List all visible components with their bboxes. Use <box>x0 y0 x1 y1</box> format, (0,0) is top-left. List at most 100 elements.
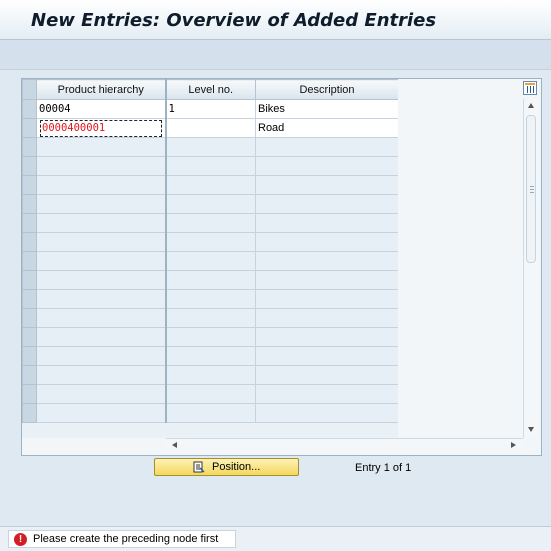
position-button[interactable]: Position... <box>154 458 299 476</box>
product-hierarchy-cell[interactable] <box>36 365 167 385</box>
product-hierarchy-cell[interactable] <box>36 384 167 404</box>
product-hierarchy-cell[interactable] <box>36 232 167 252</box>
level-no-cell[interactable] <box>165 175 256 195</box>
scroll-thumb[interactable] <box>526 115 536 263</box>
table-row <box>22 251 398 271</box>
table-row <box>22 365 398 385</box>
level-no-cell[interactable] <box>165 346 256 366</box>
description-cell[interactable]: Bikes <box>255 99 398 119</box>
level-no-cell[interactable] <box>165 213 256 233</box>
level-no-cell[interactable] <box>165 403 256 423</box>
row-selector[interactable] <box>22 194 37 214</box>
row-selector[interactable] <box>22 289 37 309</box>
product-hierarchy-cell[interactable] <box>36 194 167 214</box>
product-hierarchy-input[interactable]: 0000400001 <box>36 118 167 138</box>
product-hierarchy-cell[interactable] <box>36 327 167 347</box>
description-cell[interactable] <box>255 194 398 214</box>
column-header-product-hierarchy[interactable]: Product hierarchy <box>36 79 167 100</box>
description-cell[interactable] <box>255 156 398 176</box>
level-no-cell[interactable] <box>165 270 256 290</box>
level-no-cell[interactable] <box>165 327 256 347</box>
description-cell[interactable] <box>255 213 398 233</box>
product-hierarchy-cell[interactable] <box>36 289 167 309</box>
row-selector[interactable] <box>22 99 37 119</box>
row-selector[interactable] <box>22 346 37 366</box>
column-header-level-no[interactable]: Level no. <box>165 79 256 100</box>
row-selector[interactable] <box>22 384 37 404</box>
table-row <box>22 232 398 252</box>
row-selector[interactable] <box>22 232 37 252</box>
column-settings-icon[interactable] <box>523 81 537 95</box>
table-row <box>22 194 398 214</box>
table-row <box>22 213 398 233</box>
product-hierarchy-cell[interactable] <box>36 251 167 271</box>
scroll-down-icon[interactable] <box>528 427 534 432</box>
description-cell[interactable] <box>255 308 398 328</box>
level-no-cell[interactable] <box>165 118 256 138</box>
table-row <box>22 346 398 366</box>
table-row <box>22 175 398 195</box>
row-selector[interactable] <box>22 327 37 347</box>
level-no-cell[interactable] <box>165 137 256 157</box>
product-hierarchy-cell[interactable] <box>36 346 167 366</box>
scroll-right-icon[interactable] <box>511 442 516 448</box>
table-row <box>22 403 398 423</box>
table-row <box>22 289 398 309</box>
table-row <box>22 270 398 290</box>
title-bar: New Entries: Overview of Added Entries <box>0 0 551 40</box>
row-selector[interactable] <box>22 137 37 157</box>
description-cell[interactable] <box>255 175 398 195</box>
product-hierarchy-cell[interactable] <box>36 213 167 233</box>
description-cell[interactable] <box>255 251 398 271</box>
description-cell[interactable] <box>255 289 398 309</box>
column-header-description[interactable]: Description <box>255 79 398 100</box>
horizontal-scrollbar[interactable] <box>166 438 523 453</box>
level-no-cell[interactable] <box>165 194 256 214</box>
scroll-left-icon[interactable] <box>172 442 177 448</box>
table-row <box>22 384 398 404</box>
table-row <box>22 327 398 347</box>
row-selector[interactable] <box>22 156 37 176</box>
table-header-row: Product hierarchy Level no. Description <box>22 79 398 100</box>
level-no-cell[interactable] <box>165 156 256 176</box>
row-selector[interactable] <box>22 251 37 271</box>
description-cell[interactable] <box>255 384 398 404</box>
level-no-cell[interactable] <box>165 384 256 404</box>
level-no-cell[interactable] <box>165 232 256 252</box>
level-no-cell[interactable] <box>165 251 256 271</box>
vertical-scrollbar[interactable] <box>523 99 538 438</box>
level-no-cell[interactable]: 1 <box>165 99 256 119</box>
description-cell[interactable] <box>255 232 398 252</box>
description-cell[interactable] <box>255 137 398 157</box>
scroll-up-icon[interactable] <box>528 103 534 108</box>
description-cell[interactable]: Road <box>255 118 398 138</box>
product-hierarchy-cell[interactable] <box>36 137 167 157</box>
product-hierarchy-cell[interactable]: 00004 <box>36 99 167 119</box>
row-selector[interactable] <box>22 118 37 138</box>
level-no-cell[interactable] <box>165 289 256 309</box>
row-selector[interactable] <box>22 213 37 233</box>
description-cell[interactable] <box>255 270 398 290</box>
description-cell[interactable] <box>255 346 398 366</box>
row-selector[interactable] <box>22 365 37 385</box>
select-all-button[interactable] <box>22 79 37 100</box>
error-icon: ! <box>14 533 27 546</box>
table-row: 00004 1 Bikes <box>22 99 398 119</box>
product-hierarchy-cell[interactable] <box>36 270 167 290</box>
status-message[interactable]: ! Please create the preceding node first <box>8 530 236 548</box>
description-cell[interactable] <box>255 365 398 385</box>
row-selector[interactable] <box>22 308 37 328</box>
row-selector[interactable] <box>22 270 37 290</box>
product-hierarchy-cell[interactable] <box>36 175 167 195</box>
product-hierarchy-cell[interactable] <box>36 403 167 423</box>
description-cell[interactable] <box>255 403 398 423</box>
product-hierarchy-cell[interactable] <box>36 156 167 176</box>
row-selector[interactable] <box>22 403 37 423</box>
description-cell[interactable] <box>255 327 398 347</box>
row-selector[interactable] <box>22 175 37 195</box>
level-no-cell[interactable] <box>165 365 256 385</box>
table-row <box>22 308 398 328</box>
entries-table: Product hierarchy Level no. Description … <box>22 79 398 438</box>
level-no-cell[interactable] <box>165 308 256 328</box>
product-hierarchy-cell[interactable] <box>36 308 167 328</box>
